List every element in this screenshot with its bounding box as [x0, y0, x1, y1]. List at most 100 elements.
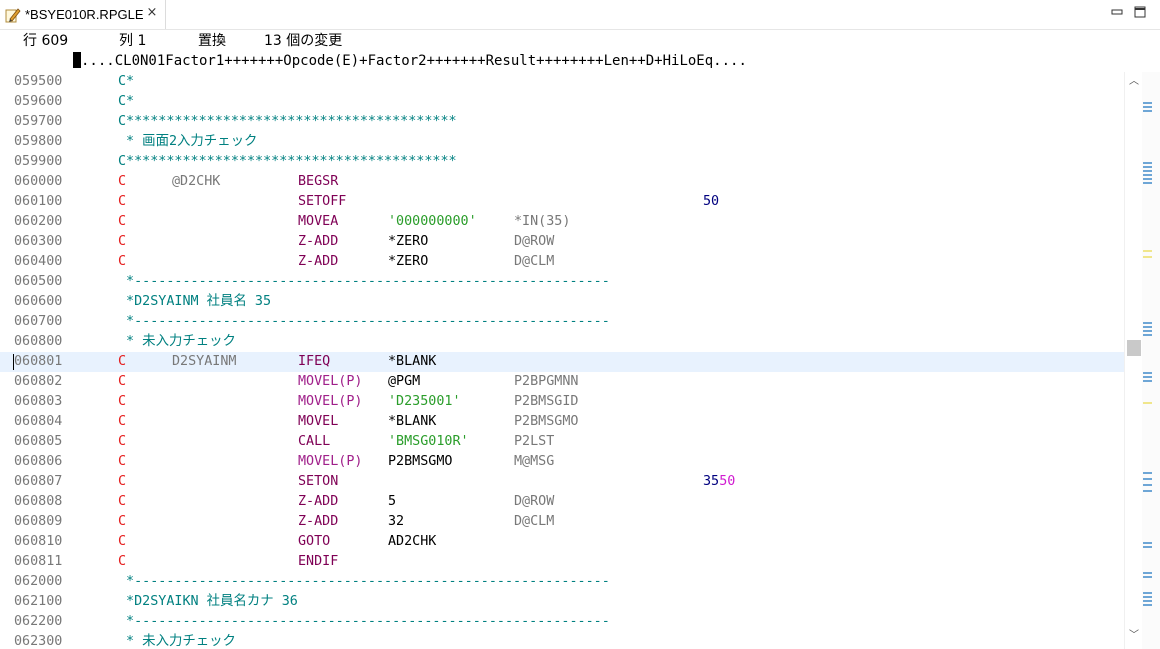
- code-line[interactable]: 060810 C GOTO AD2CHK: [0, 532, 1124, 552]
- code-line[interactable]: 060806 C MOVEL(P) P2BMSGMO M@MSG: [0, 452, 1124, 472]
- vertical-scrollbar[interactable]: ︿ ﹀: [1124, 72, 1143, 649]
- spec-type: C: [118, 454, 127, 469]
- result-field: D@ROW: [514, 494, 555, 509]
- spec-type: C: [118, 554, 127, 569]
- code-line[interactable]: 060500 *--------------------------------…: [0, 272, 1124, 292]
- code-line[interactable]: 060808 C Z-ADD 5 D@ROW: [0, 492, 1124, 512]
- overview-mark[interactable]: [1143, 472, 1152, 474]
- overview-mark[interactable]: [1143, 170, 1152, 172]
- overview-mark[interactable]: [1143, 546, 1152, 548]
- opcode: MOVEL(P): [298, 374, 363, 389]
- scroll-down-icon[interactable]: ﹀: [1125, 628, 1143, 644]
- overview-mark[interactable]: [1143, 182, 1152, 184]
- result-field: P2BPGMNN: [514, 374, 579, 389]
- result-field: P2BMSGID: [514, 394, 579, 409]
- spec-type: C: [118, 214, 127, 229]
- code-line[interactable]: 059600 C*: [0, 92, 1124, 112]
- scroll-up-icon[interactable]: ︿: [1125, 74, 1143, 90]
- tab-bsye010r[interactable]: *BSYE010R.RPGLE ×: [0, 0, 166, 29]
- indicator: 50: [719, 474, 736, 489]
- code-line[interactable]: 060200 C MOVEA '000000000' *IN(35): [0, 212, 1124, 232]
- line-number: 060801: [14, 354, 63, 369]
- scroll-thumb[interactable]: [1127, 340, 1141, 356]
- overview-change-mark[interactable]: [1143, 256, 1152, 258]
- overview-change-mark[interactable]: [1143, 250, 1152, 252]
- line-number: 060500: [14, 274, 63, 289]
- overview-mark[interactable]: [1143, 162, 1152, 164]
- overview-mark[interactable]: [1143, 110, 1152, 112]
- factor1: @D2CHK: [172, 174, 221, 189]
- code-line[interactable]: 060100 C SETOFF 50: [0, 192, 1124, 212]
- overview-mark[interactable]: [1143, 592, 1152, 594]
- overview-mark[interactable]: [1143, 166, 1152, 168]
- code-line[interactable]: 060700 *--------------------------------…: [0, 312, 1124, 332]
- overview-mark[interactable]: [1143, 174, 1152, 176]
- code-line[interactable]: 059900 C*********************************…: [0, 152, 1124, 172]
- overview-mark[interactable]: [1143, 326, 1152, 328]
- code-line[interactable]: 062200 *--------------------------------…: [0, 612, 1124, 632]
- code-line[interactable]: 060801 C D2SYAINM IFEQ *BLANK: [0, 352, 1124, 372]
- code-line[interactable]: 060800 * 未入力チェック: [0, 332, 1124, 352]
- overview-mark[interactable]: [1143, 376, 1152, 378]
- status-line-number: 行 609: [23, 33, 69, 49]
- code-line[interactable]: 060807 C SETON 35 50: [0, 472, 1124, 492]
- code-line[interactable]: 060802 C MOVEL(P) @PGM P2BPGMNN: [0, 372, 1124, 392]
- opcode: CALL: [298, 434, 331, 449]
- overview-ruler[interactable]: [1142, 72, 1160, 649]
- overview-mark[interactable]: [1143, 596, 1152, 598]
- code-line[interactable]: 062300 * 未入力チェック: [0, 632, 1124, 649]
- comment-text: *---------------------------------------…: [118, 574, 610, 589]
- minimize-icon[interactable]: [1110, 5, 1124, 19]
- code-line[interactable]: 060600 *D2SYAINM 社員名 35: [0, 292, 1124, 312]
- overview-mark[interactable]: [1143, 334, 1152, 336]
- code-line[interactable]: 060804 C MOVEL *BLANK P2BMSGMO: [0, 412, 1124, 432]
- line-number: 060600: [14, 294, 63, 309]
- opcode: MOVEA: [298, 214, 339, 229]
- close-icon[interactable]: ×: [145, 6, 159, 20]
- code-line[interactable]: 060811 C ENDIF: [0, 552, 1124, 572]
- code-line[interactable]: 060300 C Z-ADD *ZERO D@ROW: [0, 232, 1124, 252]
- overview-mark[interactable]: [1143, 542, 1152, 544]
- overview-mark[interactable]: [1143, 106, 1152, 108]
- text-caret: [13, 354, 14, 370]
- code-line[interactable]: 059700 C*********************************…: [0, 112, 1124, 132]
- overview-mark[interactable]: [1143, 484, 1152, 486]
- code-line[interactable]: 059500 C*: [0, 72, 1124, 92]
- overview-mark[interactable]: [1143, 576, 1152, 578]
- code-line[interactable]: 062000 *--------------------------------…: [0, 572, 1124, 592]
- overview-mark[interactable]: [1143, 102, 1152, 104]
- line-number: 060100: [14, 194, 63, 209]
- code-line[interactable]: 060809 C Z-ADD 32 D@CLM: [0, 512, 1124, 532]
- status-column: 列 1: [119, 33, 147, 49]
- code-line[interactable]: 060803 C MOVEL(P) 'D235001' P2BMSGID: [0, 392, 1124, 412]
- code-line[interactable]: 060000 C @D2CHK BEGSR: [0, 172, 1124, 192]
- factor2: P2BMSGMO: [388, 454, 453, 469]
- result-field: M@MSG: [514, 454, 555, 469]
- opcode: MOVEL(P): [298, 394, 363, 409]
- overview-mark[interactable]: [1143, 372, 1152, 374]
- overview-change-mark[interactable]: [1143, 402, 1152, 404]
- overview-mark[interactable]: [1143, 604, 1152, 606]
- source-editor[interactable]: 059500 C* 059600 C* 059700 C*****************…: [0, 72, 1124, 649]
- overview-mark[interactable]: [1143, 322, 1152, 324]
- code-line[interactable]: 059800 * 画面2入力チェック: [0, 132, 1124, 152]
- opcode: Z-ADD: [298, 234, 339, 249]
- overview-mark[interactable]: [1143, 490, 1152, 492]
- factor2: *ZERO: [388, 254, 429, 269]
- overview-mark[interactable]: [1143, 178, 1152, 180]
- line-number: 060809: [14, 514, 63, 529]
- line-number: 060807: [14, 474, 63, 489]
- overview-mark[interactable]: [1143, 600, 1152, 602]
- maximize-icon[interactable]: [1133, 5, 1147, 19]
- code-line[interactable]: 062100 *D2SYAIKN 社員名カナ 36: [0, 592, 1124, 612]
- comment-text: *---------------------------------------…: [118, 314, 610, 329]
- spec-type: C: [118, 354, 127, 369]
- overview-mark[interactable]: [1143, 330, 1152, 332]
- code-line[interactable]: 060805 C CALL 'BMSG010R' P2LST: [0, 432, 1124, 452]
- overview-mark[interactable]: [1143, 380, 1152, 382]
- comment-text: C*: [118, 94, 135, 109]
- overview-mark[interactable]: [1143, 478, 1152, 480]
- line-number: 060806: [14, 454, 63, 469]
- overview-mark[interactable]: [1143, 572, 1152, 574]
- code-line[interactable]: 060400 C Z-ADD *ZERO D@CLM: [0, 252, 1124, 272]
